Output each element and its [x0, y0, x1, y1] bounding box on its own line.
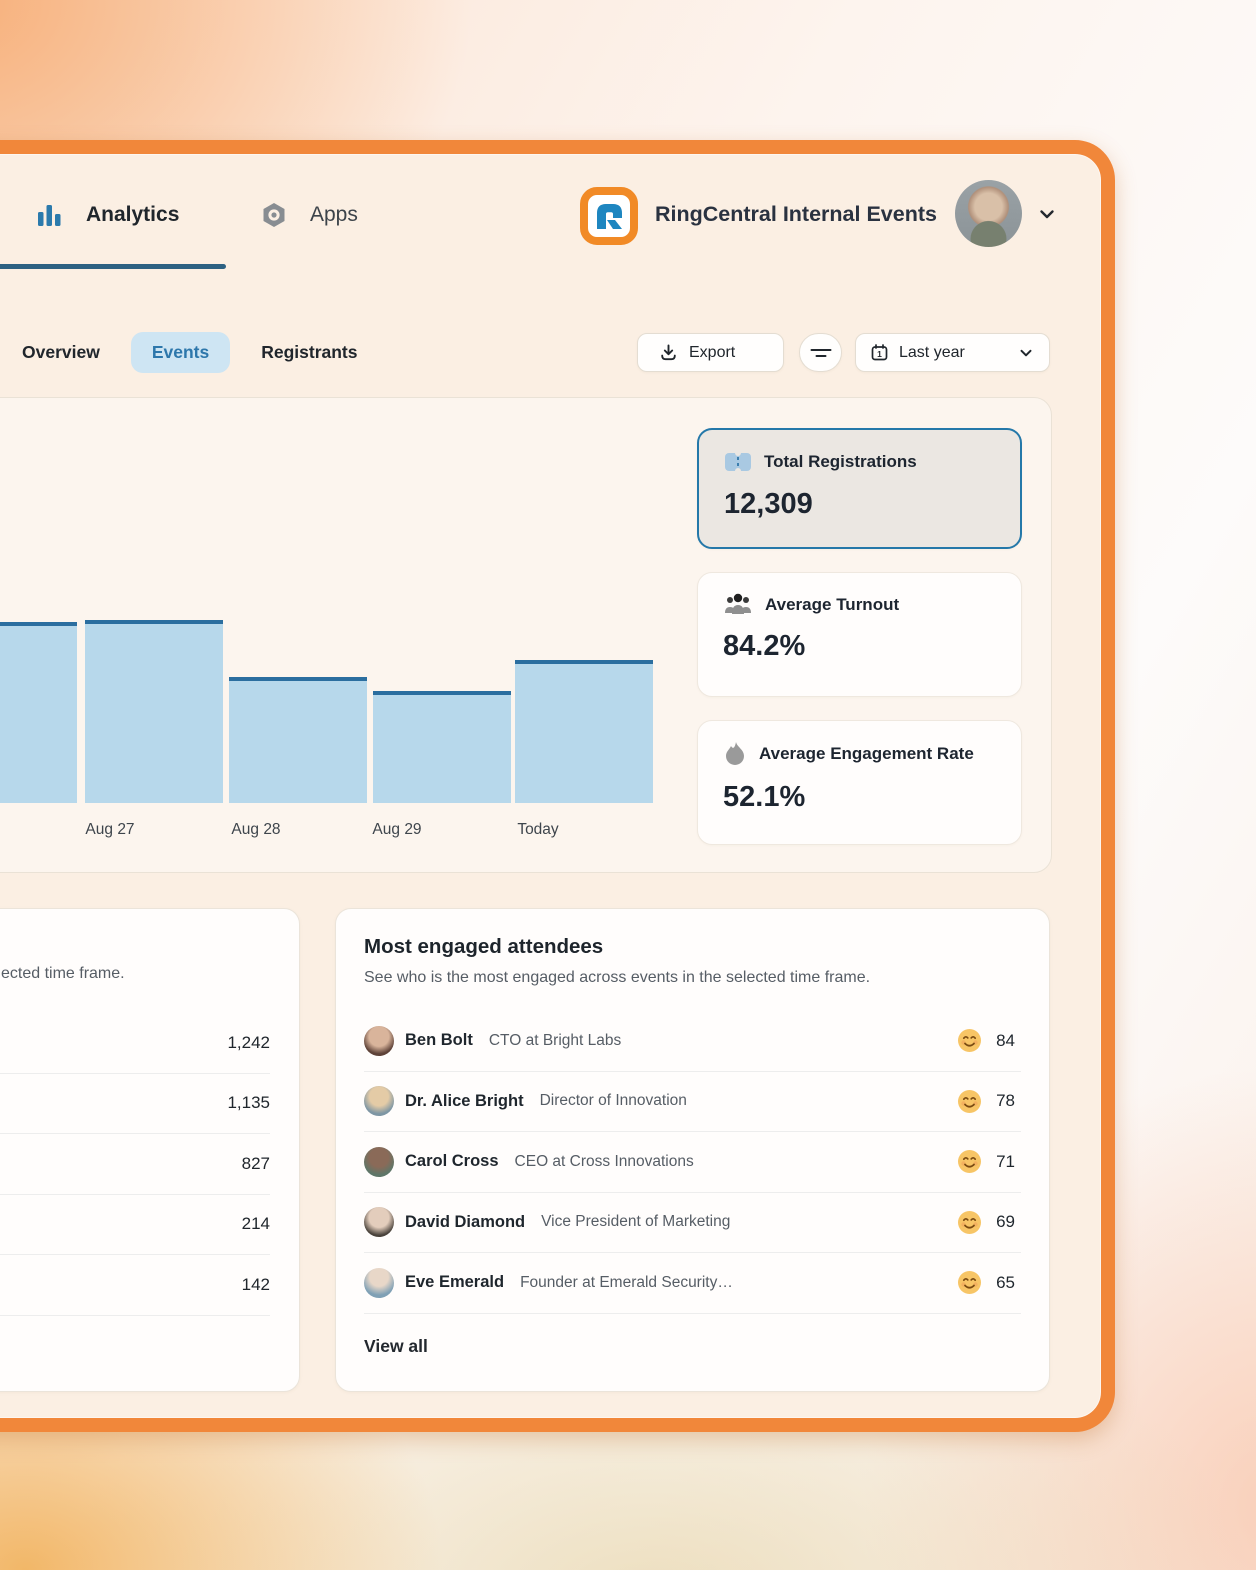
engagement-score: 71 [996, 1151, 1015, 1171]
chart-bar[interactable] [229, 677, 367, 803]
bar-chart-icon [38, 205, 61, 226]
stat-label: Average Engagement Rate [759, 744, 974, 763]
smiley-face-icon [958, 1150, 981, 1174]
smiley-face-icon [958, 1029, 981, 1053]
metric-row[interactable]: 1,135 [0, 1074, 270, 1134]
attendee-role: Director of Innovation [539, 1092, 687, 1110]
ringcentral-logo [580, 187, 638, 245]
app-window: Analytics Apps RingCentral Internal Even… [0, 140, 1115, 1432]
active-nav-underline [0, 264, 226, 269]
stat-label: Total Registrations [764, 452, 917, 471]
chart-bar[interactable] [515, 660, 653, 803]
x-axis-label: Aug 27 [85, 821, 135, 838]
flame-icon [726, 742, 744, 765]
attendee-avatar [364, 1146, 394, 1177]
attendee-role: CTO at Bright Labs [488, 1031, 622, 1049]
chevron-down-icon[interactable] [1036, 203, 1058, 225]
svg-text:1: 1 [877, 349, 882, 359]
export-button[interactable]: Export [637, 333, 784, 372]
engagement-score: 78 [996, 1091, 1015, 1111]
metric-rows: 1,242 1,135 827 214 142 [0, 1013, 270, 1316]
stat-card-average-engagement-rate[interactable]: Average Engagement Rate 52.1% [697, 720, 1022, 845]
attendee-name: Dr. Alice Bright [405, 1091, 524, 1110]
stat-card-total-registrations[interactable]: Total Registrations 12,309 [697, 428, 1022, 549]
stat-card-average-turnout[interactable]: Average Turnout 84.2% [697, 572, 1022, 697]
attendee-row[interactable]: Ben Bolt CTO at Bright Labs 84 [364, 1011, 1021, 1072]
chevron-down-icon [1020, 349, 1032, 356]
stat-value: 12,309 [724, 488, 813, 520]
nav-item-analytics[interactable]: Analytics [38, 194, 179, 236]
metric-row[interactable]: 142 [0, 1255, 270, 1316]
smiley-face-icon [958, 1210, 981, 1234]
most-engaged-attendees-card: Most engaged attendees See who is the mo… [335, 908, 1050, 1392]
engagement-score: 69 [996, 1212, 1015, 1232]
stat-value: 84.2% [723, 630, 806, 662]
x-axis-label: Aug 28 [231, 821, 281, 838]
analytics-tabs: Overview Events Registrants [22, 331, 358, 373]
attendee-avatar [364, 1025, 394, 1056]
nav-label-apps: Apps [310, 203, 358, 226]
x-axis-label: Aug 29 [372, 821, 422, 838]
card-title: Most engaged attendees [364, 935, 604, 958]
metric-row[interactable]: 214 [0, 1195, 270, 1255]
metric-value: 1,242 [227, 1032, 270, 1052]
date-range-select[interactable]: 1 Last year [855, 333, 1050, 372]
date-range-label: Last year [899, 343, 965, 361]
nav-item-apps[interactable]: Apps [262, 194, 358, 236]
people-icon [725, 593, 751, 614]
card-subtitle-fragment: ected time frame. [1, 965, 125, 982]
stat-label: Average Turnout [765, 594, 900, 614]
tab-events[interactable]: Events [130, 331, 231, 373]
metric-value: 1,135 [227, 1093, 270, 1113]
chart-bar[interactable] [373, 691, 511, 803]
metric-value: 827 [241, 1153, 270, 1173]
x-axis-label: Today [517, 821, 559, 838]
smiley-face-icon [958, 1271, 981, 1295]
filter-lines-icon [810, 348, 831, 357]
ticket-icon [725, 450, 751, 474]
attendee-row[interactable]: Carol Cross CEO at Cross Innovations 71 [364, 1132, 1021, 1193]
user-avatar[interactable] [955, 180, 1022, 247]
engagement-score: 84 [996, 1030, 1015, 1050]
export-label: Export [689, 343, 736, 361]
popular-events-card: ected time frame. 1,242 1,135 827 214 142 [0, 908, 300, 1392]
engagement-score: 65 [996, 1272, 1015, 1292]
calendar-icon: 1 [871, 344, 888, 361]
metric-row[interactable]: 1,242 [0, 1013, 270, 1074]
metric-row[interactable]: 827 [0, 1134, 270, 1195]
attendee-name: Ben Bolt [405, 1031, 473, 1050]
stat-value: 52.1% [723, 781, 806, 813]
chart-bar[interactable] [0, 622, 77, 803]
attendee-role: Vice President of Marketing [541, 1213, 731, 1231]
attendee-avatar [364, 1086, 394, 1117]
attendee-role: CEO at Cross Innovations [514, 1152, 694, 1170]
attendee-avatar [364, 1267, 394, 1298]
attendee-name: Eve Emerald [405, 1273, 505, 1292]
attendee-row[interactable]: Dr. Alice Bright Director of Innovation … [364, 1072, 1021, 1132]
nav-label-analytics: Analytics [86, 203, 180, 226]
view-all-link[interactable]: View all [364, 1336, 428, 1357]
card-subtitle: See who is the most engaged across event… [364, 969, 871, 986]
attendee-row[interactable]: Eve Emerald Founder at Emerald Security…… [364, 1253, 1021, 1314]
filter-button[interactable] [799, 333, 842, 372]
metric-value: 214 [241, 1214, 270, 1234]
org-title: RingCentral Internal Events [655, 202, 937, 226]
attendee-name: David Diamond [405, 1212, 526, 1231]
download-icon [661, 344, 676, 361]
tab-overview[interactable]: Overview [22, 342, 100, 363]
attendee-row[interactable]: David Diamond Vice President of Marketin… [364, 1193, 1021, 1253]
metric-value: 142 [241, 1274, 270, 1294]
chart-bar[interactable] [85, 620, 223, 803]
attendee-role: Founder at Emerald Security… [520, 1273, 733, 1291]
hexagon-nut-icon [263, 203, 285, 227]
attendee-avatar [364, 1207, 394, 1238]
tab-registrants[interactable]: Registrants [261, 342, 357, 363]
attendee-name: Carol Cross [405, 1152, 499, 1171]
attendee-list: Ben Bolt CTO at Bright Labs 84 Dr. Alice… [364, 1011, 1021, 1314]
smiley-face-icon [958, 1089, 981, 1113]
